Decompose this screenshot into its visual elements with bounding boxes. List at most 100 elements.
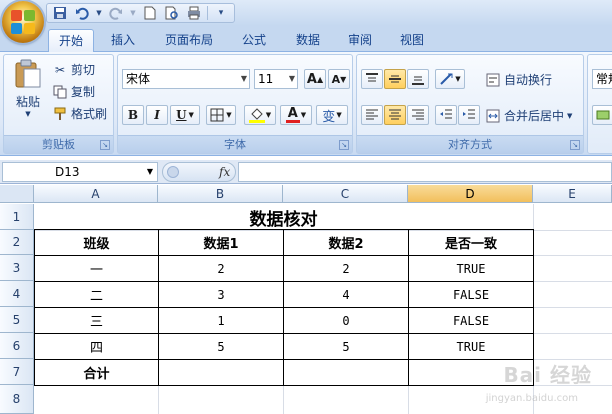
qat-separator [207,6,208,20]
table-cell[interactable]: 3 [159,282,283,307]
dropdown-arrow-icon[interactable]: ▼ [95,5,103,21]
chevron-down-icon: ▼ [146,167,153,176]
font-color-button[interactable]: A ▼ [280,105,312,125]
name-box[interactable]: D13 ▼ [2,162,158,182]
dialog-launcher-icon[interactable]: ↘ [100,140,110,150]
grow-font-button[interactable]: A ▲ [304,69,326,89]
save-icon[interactable] [51,5,69,21]
header-cell-data2[interactable]: 数据2 [284,230,408,255]
currency-format-button[interactable] [592,105,612,125]
row-header-3[interactable]: 3 [0,255,34,281]
phonetic-guide-button[interactable]: 变 ▼ [316,105,348,125]
table-cell[interactable]: 2 [284,256,408,281]
table-cell[interactable]: 四 [35,334,158,359]
align-bottom-icon [412,76,424,85]
underline-icon: U [176,108,187,122]
decrease-indent-button[interactable] [435,105,457,125]
borders-button[interactable]: ▼ [206,105,236,125]
merge-center-button[interactable]: 合并后居中 ▼ [485,107,572,124]
customize-icon[interactable]: ▾ [212,5,230,21]
row-header-5[interactable]: 5 [0,307,34,333]
tab-review[interactable]: 审阅 [338,29,382,52]
table-cell[interactable]: TRUE [409,256,533,281]
border-grid-icon [210,108,224,122]
tab-formulas[interactable]: 公式 [232,29,276,52]
column-header-d[interactable]: D [408,185,533,203]
dialog-launcher-icon[interactable]: ↘ [570,140,580,150]
table-cell[interactable]: FALSE [409,282,533,307]
row-header-6[interactable]: 6 [0,333,34,359]
office-button[interactable] [2,1,44,43]
shrink-font-button[interactable]: A ▼ [328,69,350,89]
bold-button[interactable]: B [122,105,144,125]
table-cell[interactable]: 2 [159,256,283,281]
row-header-8[interactable]: 8 [0,385,34,414]
align-left-button[interactable] [361,105,383,125]
new-document-icon[interactable] [141,5,159,21]
row-header-4[interactable]: 4 [0,281,34,307]
align-middle-button[interactable] [384,69,406,89]
table-cell[interactable]: FALSE [409,308,533,333]
dropdown-arrow-icon[interactable]: ▼ [129,5,137,21]
row-header-7[interactable]: 7 [0,359,34,385]
tab-page-layout[interactable]: 页面布局 [154,29,224,52]
undo-icon[interactable] [73,5,91,21]
print-preview-icon[interactable] [163,5,181,21]
paste-button[interactable]: 粘贴 ▼ [10,59,46,118]
table-cell[interactable]: 一 [35,256,158,281]
align-bottom-button[interactable] [407,69,429,89]
wrap-text-button[interactable]: 自动换行 [485,71,552,88]
align-top-button[interactable] [361,69,383,89]
table-cell[interactable] [159,360,283,385]
format-painter-button[interactable]: 格式刷 [52,105,107,122]
table-cell[interactable]: 0 [284,308,408,333]
number-format-select[interactable]: 常规 [592,69,612,89]
underline-button[interactable]: U ▼ [170,105,200,125]
table-cell[interactable]: 1 [159,308,283,333]
tab-home[interactable]: 开始 [48,29,94,52]
table-cell[interactable]: 4 [284,282,408,307]
dialog-launcher-icon[interactable]: ↘ [339,140,349,150]
table-cell[interactable]: 5 [159,334,283,359]
column-header-a[interactable]: A [34,185,158,203]
chevron-down-icon: ▼ [288,74,295,83]
formula-input[interactable] [238,162,612,182]
column-header-b[interactable]: B [158,185,283,203]
orientation-button[interactable]: ▼ [435,69,465,89]
total-label-cell[interactable]: 合计 [35,360,158,385]
merge-cells-icon [485,108,501,124]
align-right-button[interactable] [407,105,429,125]
italic-button[interactable]: I [146,105,168,125]
clipboard-group-label: 剪贴板 [4,135,113,153]
font-size-select[interactable]: 11 ▼ [254,69,298,89]
align-center-button[interactable] [384,105,406,125]
row-header-2[interactable]: 2 [0,230,34,255]
quick-access-toolbar: ▼ ▼ ▾ [46,3,235,23]
table-cell[interactable] [284,360,408,385]
copy-button[interactable]: 复制 [52,83,95,100]
tab-data[interactable]: 数据 [286,29,330,52]
tab-view[interactable]: 视图 [390,29,434,52]
cut-button[interactable]: ✂ 剪切 [52,61,95,78]
tab-insert[interactable]: 插入 [102,29,144,52]
header-cell-data1[interactable]: 数据1 [159,230,283,255]
table-cell[interactable]: 5 [284,334,408,359]
select-all-corner[interactable] [0,185,34,203]
sheet-title-cell[interactable]: 数据核对 [34,204,533,230]
header-cell-class[interactable]: 班级 [35,230,158,255]
column-header-e[interactable]: E [533,185,612,203]
increase-indent-button[interactable] [458,105,480,125]
print-icon[interactable] [185,5,203,21]
fill-color-button[interactable]: ▼ [244,105,276,125]
table-cell[interactable]: 二 [35,282,158,307]
gridline [158,385,159,414]
column-header-c[interactable]: C [283,185,408,203]
expand-handle-icon[interactable] [167,166,179,178]
table-cell[interactable]: TRUE [409,334,533,359]
insert-function-icon[interactable]: fx [219,163,230,181]
header-cell-match[interactable]: 是否一致 [409,230,533,255]
row-header-1[interactable]: 1 [0,204,34,230]
redo-icon[interactable] [107,5,125,21]
font-name-select[interactable]: 宋体 ▼ [122,69,250,89]
table-cell[interactable]: 三 [35,308,158,333]
